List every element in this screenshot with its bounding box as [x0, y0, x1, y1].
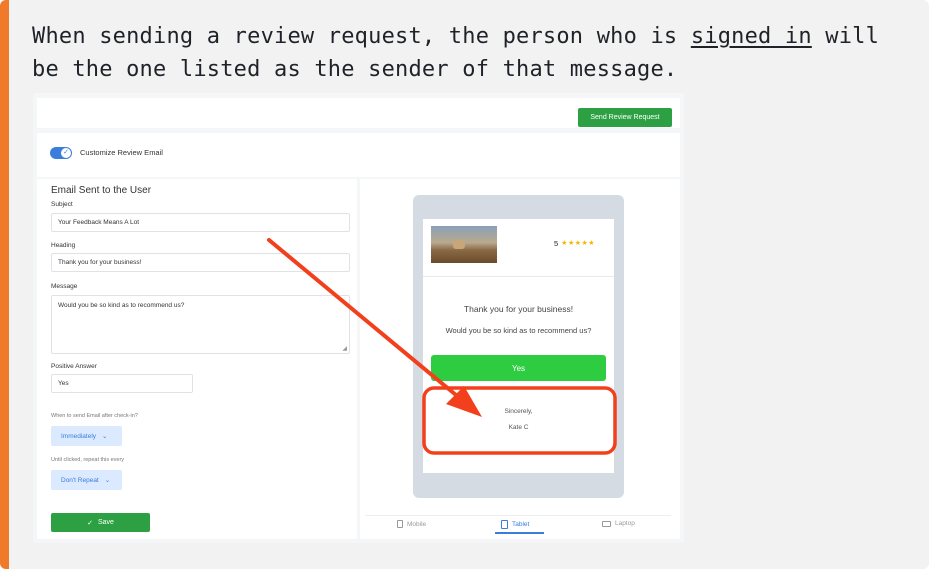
when-to-send-value: Immediately [61, 432, 97, 440]
info-callout: When sending a review request, the perso… [0, 0, 929, 569]
resize-handle-icon[interactable]: ◢ [342, 345, 347, 352]
customize-toggle-row: ✓ Customize Review Email [37, 133, 680, 177]
star-icons: ★★★★★ [561, 240, 596, 247]
business-photo [431, 226, 497, 263]
send-review-request-button[interactable]: Send Review Request [578, 108, 672, 127]
preview-panel: 5 ★★★★★ Thank you for your business! Wou… [360, 179, 680, 539]
laptop-icon [602, 520, 611, 527]
top-bar: Send Review Request [37, 98, 680, 128]
rating-value: 5 [554, 239, 559, 248]
when-to-send-hint: When to send Email after check-in? [51, 413, 138, 419]
when-to-send-dropdown[interactable]: Immediately ⌄ [51, 426, 122, 446]
tab-mobile[interactable]: Mobile [397, 520, 426, 528]
check-icon: ✓ [61, 148, 71, 158]
horse-figure [453, 240, 465, 249]
tab-laptop-label: Laptop [615, 520, 635, 527]
preview-divider [423, 276, 614, 277]
subject-input[interactable]: Your Feedback Means A Lot [51, 213, 350, 232]
preview-sender-name: Kate C [508, 424, 529, 431]
customize-email-toggle[interactable]: ✓ [50, 147, 72, 159]
callout-accent-bar [0, 0, 9, 569]
repeat-value: Don't Repeat [61, 476, 99, 484]
callout-text: When sending a review request, the perso… [32, 20, 912, 86]
tablet-icon [501, 520, 508, 529]
callout-text-underlined: signed in [690, 24, 812, 49]
preview-heading: Thank you for your business! [463, 304, 574, 314]
embedded-screenshot: Send Review Request ✓ Customize Review E… [33, 93, 684, 543]
email-form-panel: Email Sent to the User Subject Your Feed… [37, 179, 357, 539]
message-text: Would you be so kind as to recommend us? [58, 302, 185, 309]
preview-sign-off: Sincerely, [504, 408, 533, 415]
active-tab-indicator [495, 532, 544, 534]
tab-mobile-label: Mobile [407, 520, 427, 528]
message-label: Message [51, 283, 78, 290]
device-tabs: Mobile Tablet Laptop [365, 515, 671, 535]
chevron-down-icon: ⌄ [102, 433, 108, 440]
positive-answer-input[interactable]: Yes [51, 374, 193, 393]
tab-tablet-label: Tablet [512, 521, 530, 528]
preview-message: Would you be so kind as to recommend us? [445, 326, 592, 335]
rating: 5 ★★★★★ [554, 239, 595, 248]
toggle-label: Customize Review Email [80, 148, 163, 157]
heading-input[interactable]: Thank you for your business! [51, 253, 350, 272]
mobile-icon [397, 520, 403, 528]
callout-text-part1: When sending a review request, the perso… [32, 24, 691, 49]
subject-label: Subject [51, 201, 73, 208]
heading-label: Heading [51, 242, 76, 249]
save-label: Save [97, 519, 114, 526]
email-preview: 5 ★★★★★ Thank you for your business! Wou… [423, 219, 614, 473]
tablet-frame: 5 ★★★★★ Thank you for your business! Wou… [413, 195, 624, 498]
check-icon: ✓ [87, 519, 93, 527]
message-textarea[interactable]: Would you be so kind as to recommend us?… [51, 295, 350, 354]
chevron-down-icon: ⌄ [104, 477, 111, 484]
repeat-dropdown[interactable]: Don't Repeat ⌄ [51, 470, 122, 490]
preview-yes-button[interactable]: Yes [431, 355, 606, 381]
repeat-hint: Until clicked, repeat this every [51, 457, 125, 463]
save-button[interactable]: ✓ Save [51, 513, 150, 532]
tab-laptop[interactable]: Laptop [602, 520, 635, 527]
positive-answer-label: Positive Answer [51, 363, 97, 370]
tab-tablet[interactable]: Tablet [501, 520, 529, 529]
section-title: Email Sent to the User [51, 185, 152, 196]
